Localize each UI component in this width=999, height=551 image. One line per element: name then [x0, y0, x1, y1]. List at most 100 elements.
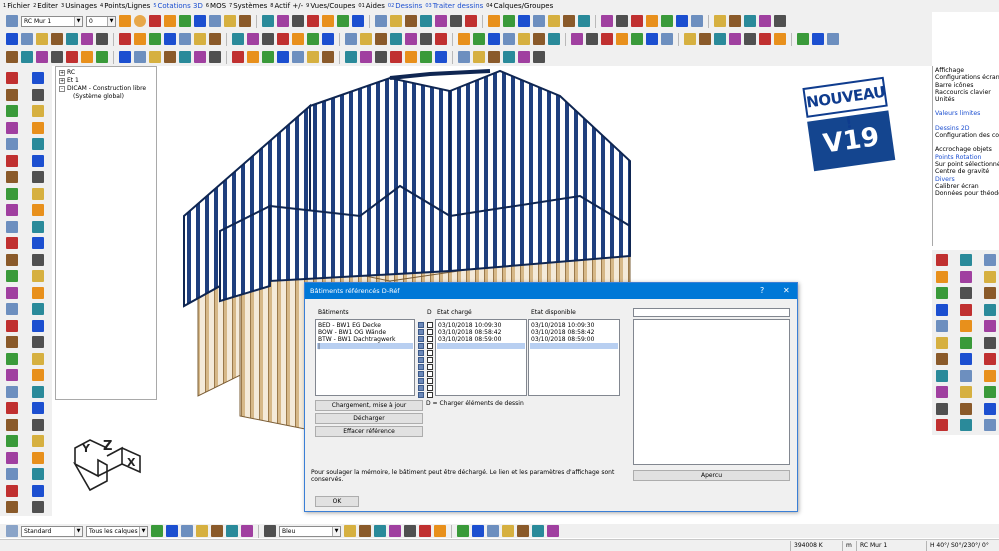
drill-icon[interactable] [960, 303, 972, 316]
beam-icon[interactable] [6, 336, 18, 348]
tool-icon[interactable] [277, 33, 289, 45]
view-icon[interactable] [164, 51, 176, 63]
load-drawing-checkbox[interactable] [427, 322, 433, 328]
tool-icon[interactable] [759, 33, 771, 45]
dimension-icon[interactable] [247, 33, 259, 45]
frame-icon[interactable] [194, 15, 206, 27]
drill-icon[interactable] [6, 352, 18, 365]
layer-icon[interactable] [32, 204, 44, 216]
tree-item[interactable]: - DICAM - Construction libre [59, 85, 153, 93]
beam-icon[interactable] [457, 525, 469, 537]
dimension-icon[interactable] [277, 15, 289, 27]
menu-item[interactable]: 1Fichier [3, 0, 30, 12]
frame-icon[interactable] [32, 501, 44, 513]
cut-icon[interactable] [936, 369, 948, 382]
building-row[interactable]: BTW - BW1 Dachtragwerk [318, 336, 396, 343]
menu-item[interactable]: 6MOS [206, 0, 226, 12]
layer-icon[interactable] [420, 15, 432, 27]
menu-item[interactable]: 3Usinages [61, 0, 97, 12]
load-drawing-checkbox[interactable] [427, 329, 433, 335]
collapse-icon[interactable]: - [59, 85, 65, 92]
folder-icon[interactable] [418, 357, 424, 363]
building-row[interactable]: | [318, 343, 320, 350]
view-icon[interactable] [359, 525, 371, 537]
dimension-icon[interactable] [547, 525, 559, 537]
cut-icon[interactable] [32, 270, 44, 282]
snap-icon[interactable] [936, 336, 948, 349]
cut-icon[interactable] [194, 33, 206, 45]
frame-icon[interactable] [164, 33, 176, 45]
folder-icon[interactable] [418, 392, 424, 398]
beam-icon[interactable] [151, 525, 163, 537]
layer-icon[interactable] [32, 369, 44, 381]
cut-icon[interactable] [307, 51, 319, 63]
drill-icon[interactable] [458, 51, 470, 63]
settings-link[interactable]: Barre icônes [935, 82, 997, 89]
cut-icon[interactable] [390, 15, 402, 27]
view-icon[interactable] [488, 51, 500, 63]
tool-icon[interactable] [6, 319, 18, 332]
tool-icon[interactable] [601, 33, 613, 45]
load-drawing-checkbox[interactable] [427, 336, 433, 342]
tree-item[interactable]: + Et 1 [59, 77, 153, 85]
dimension-icon[interactable] [81, 33, 93, 45]
dimension-icon[interactable] [6, 468, 18, 480]
beam-icon[interactable] [503, 15, 515, 27]
layer-style-icon[interactable] [6, 525, 18, 537]
cut-icon[interactable] [224, 15, 236, 27]
beam-icon[interactable] [936, 353, 948, 365]
menu-item[interactable]: 7Systèmes [229, 0, 267, 12]
drill-icon[interactable] [345, 33, 357, 45]
layer-icon[interactable] [744, 15, 756, 27]
frame-icon[interactable] [518, 15, 530, 27]
color-square-icon[interactable] [119, 15, 131, 27]
layer-icon[interactable] [503, 51, 515, 63]
view-icon[interactable] [6, 204, 18, 216]
view-icon[interactable] [322, 51, 334, 63]
layer-icon[interactable] [232, 33, 244, 45]
snap-icon[interactable] [774, 15, 786, 27]
frame-icon[interactable] [32, 336, 44, 348]
cut-icon[interactable] [32, 435, 44, 447]
beam-icon[interactable] [149, 33, 161, 45]
frame-icon[interactable] [166, 525, 178, 537]
beam-icon[interactable] [6, 88, 18, 101]
dimension-icon[interactable] [360, 51, 372, 63]
dimension-icon[interactable] [759, 15, 771, 27]
wall-icon[interactable] [322, 15, 334, 27]
wall-icon[interactable] [32, 72, 44, 84]
tool-icon[interactable] [307, 15, 319, 27]
load-drawing-checkbox[interactable] [427, 343, 433, 349]
beam-icon[interactable] [6, 253, 18, 266]
wall-icon[interactable] [984, 336, 996, 349]
drill-icon[interactable] [6, 105, 18, 117]
folder-icon[interactable] [418, 329, 424, 335]
snap-icon[interactable] [209, 51, 221, 63]
tool-icon[interactable] [984, 386, 996, 398]
load-drawing-checkbox[interactable] [427, 364, 433, 370]
dimension-icon[interactable] [571, 33, 583, 45]
beam-icon[interactable] [797, 33, 809, 45]
frame-icon[interactable] [32, 418, 44, 431]
folder-icon[interactable] [418, 336, 424, 342]
building-row[interactable]: BOW - BW1 OG Wände [318, 329, 386, 336]
cut-icon[interactable] [684, 33, 696, 45]
drill-icon[interactable] [21, 33, 33, 45]
snap-icon[interactable] [262, 33, 274, 45]
wall-icon[interactable] [32, 154, 44, 167]
drill-icon[interactable] [661, 33, 673, 45]
frame-icon[interactable] [322, 33, 334, 45]
tool-icon[interactable] [419, 525, 431, 537]
cut-icon[interactable] [518, 33, 530, 45]
tool-icon[interactable] [390, 51, 402, 63]
number-combo[interactable]: 0 ▼ [86, 15, 116, 27]
wall-icon[interactable] [960, 287, 972, 299]
snap-icon[interactable] [450, 15, 462, 27]
wall-icon[interactable] [32, 237, 44, 249]
drill-icon[interactable] [827, 33, 839, 45]
layer-icon[interactable] [936, 270, 948, 283]
cut-icon[interactable] [548, 15, 560, 27]
dimension-icon[interactable] [241, 525, 253, 537]
beam-icon[interactable] [96, 51, 108, 63]
layer-icon[interactable] [374, 525, 386, 537]
